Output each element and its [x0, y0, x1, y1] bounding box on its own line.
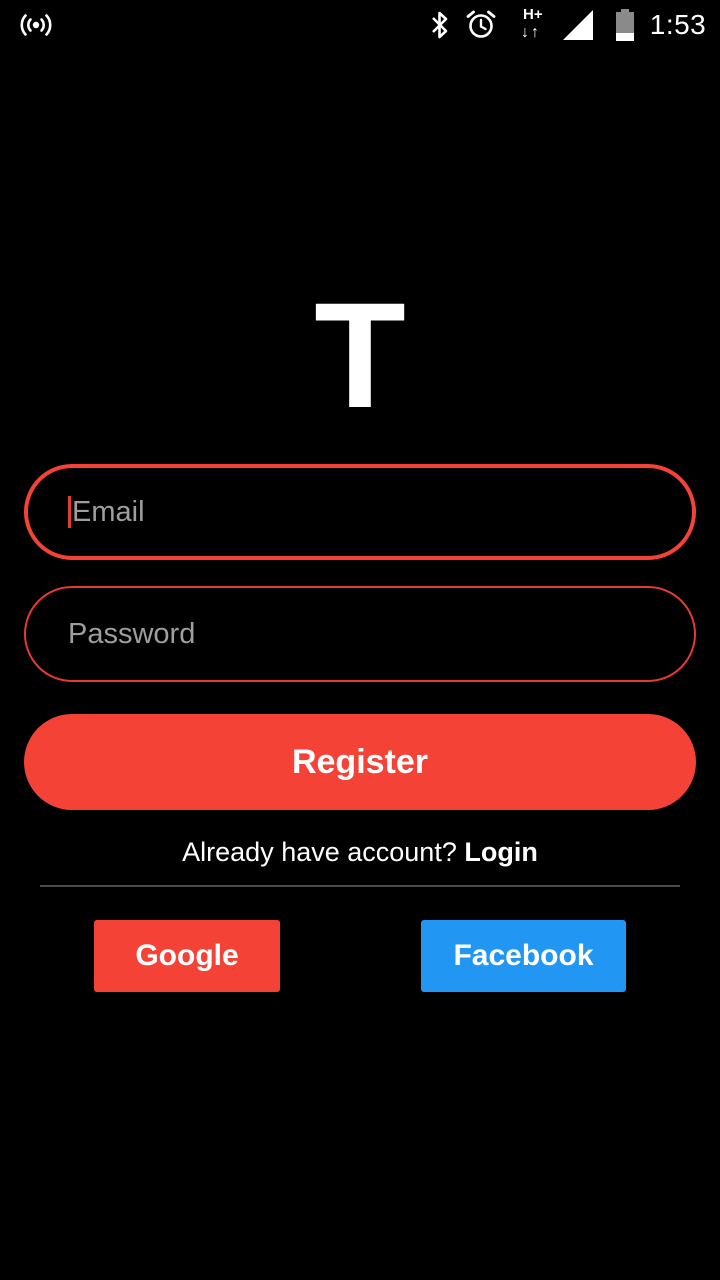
battery-icon: [610, 0, 640, 50]
google-button[interactable]: Google: [94, 920, 280, 992]
signal-icon: [560, 0, 596, 50]
email-input[interactable]: [72, 495, 692, 529]
register-button[interactable]: Register: [24, 714, 696, 810]
text-cursor: [68, 496, 71, 528]
app-logo: T: [314, 271, 406, 439]
network-type-icon: H+ ↓↑: [518, 0, 554, 50]
status-bar: H+ ↓↑ 1:53: [0, 0, 720, 50]
network-type-label: H+: [523, 6, 543, 23]
email-field[interactable]: [24, 464, 696, 560]
bluetooth-icon: [426, 0, 454, 50]
login-prompt: Already have account? Login: [0, 830, 720, 874]
password-input[interactable]: [68, 617, 694, 651]
facebook-button[interactable]: Facebook: [421, 920, 626, 992]
login-link[interactable]: Login: [464, 837, 537, 867]
divider: [40, 885, 680, 887]
hotspot-icon: [16, 0, 56, 50]
password-field[interactable]: [24, 586, 696, 682]
alarm-icon: [463, 0, 499, 50]
status-time: 1:53: [649, 9, 707, 40]
network-activity-arrows: ↓↑: [521, 24, 541, 41]
login-prompt-text: Already have account?: [182, 837, 465, 867]
